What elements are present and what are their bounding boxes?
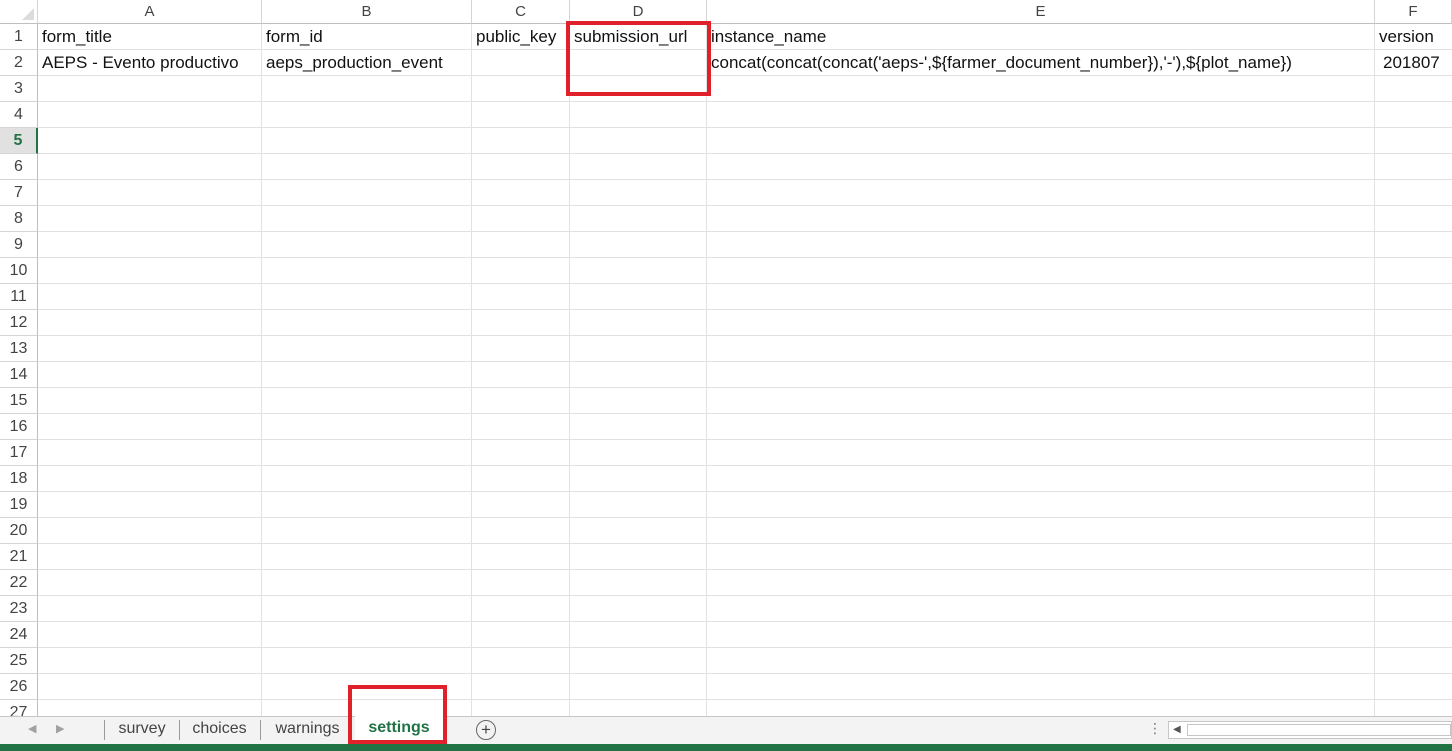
gridline-horizontal	[38, 231, 1452, 232]
row-header[interactable]: 12	[0, 310, 38, 336]
gridline-horizontal	[38, 517, 1452, 518]
column-header-d[interactable]: D	[570, 0, 707, 24]
sheet-tab-survey[interactable]: survey	[105, 717, 179, 744]
gridline-horizontal	[38, 101, 1452, 102]
gridline-horizontal	[38, 309, 1452, 310]
gridline-horizontal	[38, 673, 1452, 674]
row-header[interactable]: 17	[0, 440, 38, 466]
cell-b2[interactable]: aeps_production_event	[262, 50, 472, 76]
row-header[interactable]: 18	[0, 466, 38, 492]
row-header[interactable]: 11	[0, 284, 38, 310]
gridline-horizontal	[38, 465, 1452, 466]
row-header[interactable]: 16	[0, 414, 38, 440]
cell-d1[interactable]: submission_url	[570, 24, 707, 50]
gridline-horizontal	[38, 179, 1452, 180]
scroll-left-icon[interactable]: ◀	[1173, 724, 1181, 735]
column-header-a[interactable]: A	[38, 0, 262, 24]
gridline-horizontal	[38, 335, 1452, 336]
row-header[interactable]: 7	[0, 180, 38, 206]
cell-c1[interactable]: public_key	[472, 24, 570, 50]
gridline-horizontal	[38, 569, 1452, 570]
row-header[interactable]: 20	[0, 518, 38, 544]
cell-e2[interactable]: concat(concat(concat('aeps-',${farmer_do…	[707, 50, 1375, 76]
row-header[interactable]: 24	[0, 622, 38, 648]
gridline-horizontal	[38, 283, 1452, 284]
row-header[interactable]: 9	[0, 232, 38, 258]
row-header[interactable]: 13	[0, 336, 38, 362]
gridline-horizontal	[38, 699, 1452, 700]
cell-a2[interactable]: AEPS - Evento productivo	[38, 50, 262, 76]
row-header[interactable]: 8	[0, 206, 38, 232]
gridline-horizontal	[38, 361, 1452, 362]
cell-e1[interactable]: instance_name	[707, 24, 1375, 50]
gridline-horizontal	[38, 387, 1452, 388]
row-header[interactable]: 6	[0, 154, 38, 180]
caret-left-icon[interactable]: ◀	[28, 722, 36, 735]
row-header[interactable]: 21	[0, 544, 38, 570]
more-dots-icon[interactable]: ⋮	[1148, 720, 1162, 737]
cell-a1[interactable]: form_title	[38, 24, 262, 50]
column-header-f[interactable]: F	[1375, 0, 1452, 24]
gridline-horizontal	[38, 621, 1452, 622]
plus-circle-icon[interactable]: +	[476, 720, 496, 740]
scrollbar-thumb[interactable]	[1187, 724, 1451, 736]
gridline-horizontal	[38, 257, 1452, 258]
row-header[interactable]: 15	[0, 388, 38, 414]
row-header[interactable]: 25	[0, 648, 38, 674]
row-header[interactable]: 4	[0, 102, 38, 128]
sheet-tab-settings[interactable]: settings	[355, 716, 443, 744]
cell-c2[interactable]	[472, 50, 570, 76]
select-all-triangle-icon	[22, 8, 34, 20]
select-all-corner[interactable]	[0, 0, 38, 24]
sheet-tab-warnings[interactable]: warnings	[261, 717, 354, 744]
column-header-b[interactable]: B	[262, 0, 472, 24]
gridline-horizontal	[38, 543, 1452, 544]
gridline-horizontal	[38, 413, 1452, 414]
spreadsheet-grid[interactable]: A B C D E F 1 2 3 4 5 6 7 8 9 10 11 12 13 14 15 16 17 18 1…	[0, 0, 1452, 716]
cell-d2[interactable]	[570, 50, 707, 76]
cell-b1[interactable]: form_id	[262, 24, 472, 50]
status-bar	[0, 744, 1452, 751]
gridline-horizontal	[38, 205, 1452, 206]
gridline-horizontal	[38, 647, 1452, 648]
sheet-tab-bar: ◀ ▶ survey choices warnings settings + ⋮…	[0, 716, 1452, 744]
caret-right-icon[interactable]: ▶	[56, 722, 64, 735]
row-header[interactable]: 27	[0, 700, 38, 716]
row-header[interactable]: 5	[0, 128, 38, 154]
gridline-horizontal	[38, 439, 1452, 440]
row-header[interactable]: 3	[0, 76, 38, 102]
horizontal-scrollbar[interactable]: ◀	[1168, 721, 1452, 739]
row-header[interactable]: 2	[0, 50, 38, 76]
row-header[interactable]: 19	[0, 492, 38, 518]
sheet-tab-choices[interactable]: choices	[180, 717, 259, 744]
column-header-c[interactable]: C	[472, 0, 570, 24]
cell-f2[interactable]: 201807	[1375, 50, 1452, 76]
column-header-row: A B C D E F	[0, 0, 1452, 24]
gridline-horizontal	[38, 595, 1452, 596]
gridline-horizontal	[38, 127, 1452, 128]
gridline-horizontal	[38, 491, 1452, 492]
row-header[interactable]: 22	[0, 570, 38, 596]
column-header-e[interactable]: E	[707, 0, 1375, 24]
row-header[interactable]: 1	[0, 24, 38, 50]
row-header[interactable]: 23	[0, 596, 38, 622]
row-header[interactable]: 10	[0, 258, 38, 284]
row-header[interactable]: 14	[0, 362, 38, 388]
cell-f1[interactable]: version	[1375, 24, 1452, 50]
row-header[interactable]: 26	[0, 674, 38, 700]
gridline-horizontal	[38, 153, 1452, 154]
